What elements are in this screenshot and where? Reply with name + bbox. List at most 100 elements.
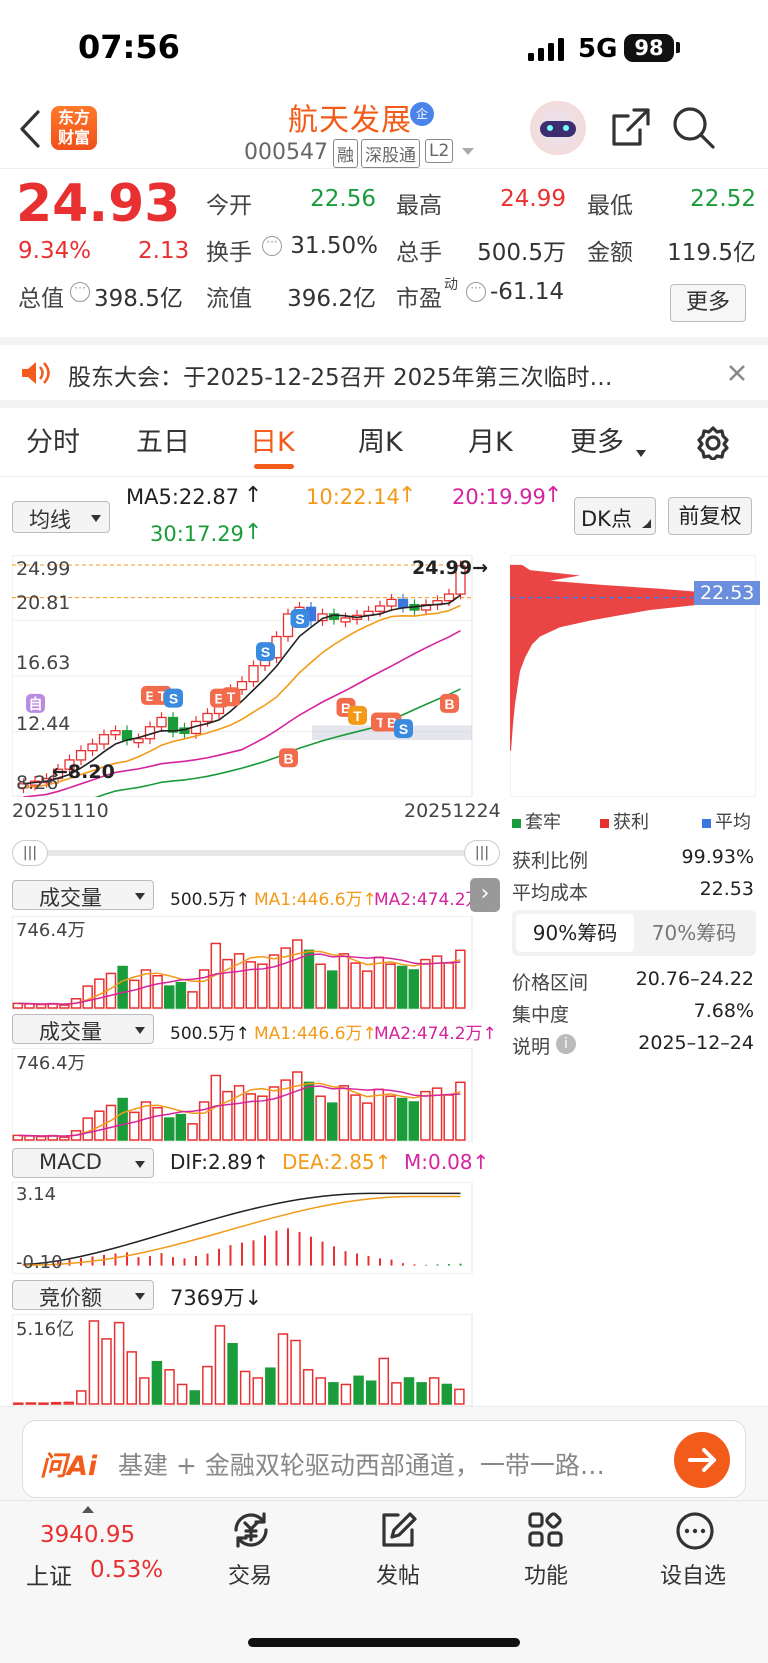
robot-avatar-icon[interactable] xyxy=(530,101,586,155)
tab-more[interactable]: 更多 xyxy=(570,420,624,459)
volume-bar xyxy=(303,1081,315,1141)
profit-ratio-label: 获利比例 xyxy=(512,850,589,872)
ma-select[interactable]: 均线 xyxy=(12,501,110,533)
range-handle-right[interactable]: ||| xyxy=(464,840,500,866)
volume-bar xyxy=(303,949,315,1009)
volume-bar xyxy=(302,1369,314,1405)
dk-point-button[interactable]: DK点 xyxy=(574,497,656,535)
volume-select-2[interactable]: 成交量 xyxy=(12,1014,154,1044)
ma5-value: MA5:22.87 xyxy=(126,485,240,509)
volume-bar xyxy=(63,1401,74,1405)
ai-prompt-text[interactable]: 基建 + 金融双轮驱动西部通道，一带一路… xyxy=(118,1446,658,1482)
function-icon[interactable] xyxy=(526,1510,566,1550)
volume-bar xyxy=(140,1101,152,1141)
volume-bar xyxy=(126,1351,137,1405)
signal-label: B xyxy=(283,750,293,766)
price-range-value: 20.76–24.22 xyxy=(635,968,754,990)
notice-text[interactable]: 股东大会：于2025-12-25召开 2025年第三次临时… xyxy=(68,358,688,392)
close-icon[interactable] xyxy=(728,364,746,382)
volume-bar xyxy=(257,963,268,1009)
forward-adjust-button[interactable]: 前复权 xyxy=(668,497,752,535)
avg-cost-label: 平均成本 xyxy=(512,882,589,904)
post-icon[interactable] xyxy=(378,1510,418,1550)
volume-bar xyxy=(408,1101,420,1141)
chevron-down-icon xyxy=(636,450,646,457)
back-icon[interactable] xyxy=(18,108,44,150)
volume-bar xyxy=(327,970,338,1009)
volume-value: 500.5万↑ xyxy=(170,890,250,910)
volume-bar xyxy=(175,1113,187,1141)
date-start: 20251110 xyxy=(12,800,109,822)
more-button[interactable]: 更多 xyxy=(670,284,746,322)
nav-function[interactable]: 功能 xyxy=(524,1558,568,1590)
nav-self-select[interactable]: 设自选 xyxy=(660,1558,726,1590)
auction-chart xyxy=(12,1314,473,1406)
low-marker: ←8.20 xyxy=(52,761,115,783)
chip-toggle[interactable]: 90%筹码 70%筹码 xyxy=(512,910,756,956)
signal-label: S xyxy=(169,691,178,707)
value-open: 22.56 xyxy=(310,186,376,212)
tab-weekly-k[interactable]: 周K xyxy=(358,420,403,459)
dropdown-icon[interactable] xyxy=(462,148,474,155)
label-low: 最低 xyxy=(587,193,633,219)
index-name: 上证 xyxy=(26,1564,72,1590)
volume-bar xyxy=(175,981,187,1009)
tab-five-day[interactable]: 五日 xyxy=(136,420,190,459)
expand-panel-icon[interactable]: › xyxy=(470,878,500,912)
label-total-value: 总值 xyxy=(18,286,64,312)
tab-daily-k[interactable]: 日K xyxy=(250,420,295,459)
value-float-value: 396.2亿 xyxy=(287,286,376,312)
volume-bar xyxy=(24,1003,35,1009)
volume-ma2-2: MA2:474.2万↑ xyxy=(374,1024,497,1044)
tag-margin: 融 xyxy=(333,139,358,168)
toggle-90[interactable]: 90%筹码 xyxy=(516,914,634,952)
volume-bar xyxy=(340,1383,352,1405)
tab-intraday[interactable]: 分时 xyxy=(26,420,80,459)
share-icon[interactable] xyxy=(610,106,652,148)
range-handle-left[interactable]: ||| xyxy=(12,840,48,866)
more-dots-icon[interactable] xyxy=(674,1510,716,1552)
ylabel-2: 20.81 xyxy=(16,592,71,614)
label-pe: 市盈 xyxy=(396,286,442,312)
range-scrollbar[interactable]: ||| ||| xyxy=(12,840,500,866)
info-icon[interactable]: ··· xyxy=(70,282,90,302)
change-amount: 2.13 xyxy=(138,238,190,264)
signal-label: S xyxy=(295,611,304,627)
change-pct: 9.34% xyxy=(18,238,92,264)
volume-bar xyxy=(292,939,303,1009)
macd-select[interactable]: MACD xyxy=(12,1148,154,1178)
volume-bar xyxy=(353,1375,364,1405)
info-icon[interactable]: i xyxy=(556,1034,576,1054)
signal-label: B xyxy=(444,696,454,712)
volume-ma1-2: MA1:446.6万↑ xyxy=(254,1024,377,1044)
search-icon[interactable] xyxy=(672,106,716,150)
volume-bar xyxy=(222,958,233,1009)
volume-bar xyxy=(361,1102,373,1141)
volume-bar xyxy=(222,1090,233,1141)
toggle-70[interactable]: 70%筹码 xyxy=(636,914,752,952)
candle-body xyxy=(156,716,167,728)
index-value[interactable]: 3940.95 xyxy=(40,1522,135,1548)
candle-body xyxy=(397,598,409,608)
tab-monthly-k[interactable]: 月K xyxy=(468,420,513,459)
gear-icon[interactable] xyxy=(696,426,730,460)
volume-select[interactable]: 成交量 xyxy=(12,880,154,910)
value-low: 22.52 xyxy=(690,186,756,212)
volume-bar xyxy=(214,1325,226,1405)
nav-post[interactable]: 发帖 xyxy=(376,1558,420,1590)
ai-send-button[interactable] xyxy=(674,1432,730,1488)
auction-select[interactable]: 竞价额 xyxy=(12,1280,154,1310)
macd-dif: DIF:2.89↑ xyxy=(170,1150,270,1174)
stock-name[interactable]: 航天发展 xyxy=(288,95,412,139)
volume-bar xyxy=(198,1101,210,1141)
label-high: 最高 xyxy=(396,193,442,219)
info-icon[interactable]: ··· xyxy=(262,236,282,256)
volume-bar xyxy=(227,1343,238,1405)
signal-label: T xyxy=(227,689,236,705)
candle-body xyxy=(98,734,110,745)
trade-icon[interactable] xyxy=(230,1510,272,1550)
nav-trade[interactable]: 交易 xyxy=(228,1558,272,1590)
info-icon[interactable]: ··· xyxy=(466,282,486,302)
concentration-value: 7.68% xyxy=(693,1000,754,1022)
candle-body xyxy=(202,712,213,723)
